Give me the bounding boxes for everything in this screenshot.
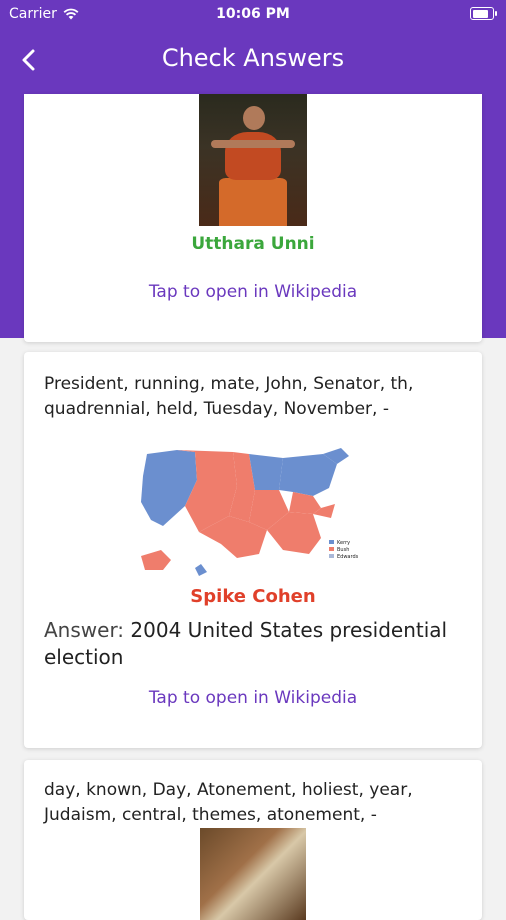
answer-card: day, known, Day, Atonement, holiest, yea… <box>24 760 482 920</box>
clock: 10:06 PM <box>216 6 290 22</box>
guess-name-incorrect: Spike Cohen <box>190 586 316 607</box>
correct-answer: Answer: 2004 United States presidential … <box>44 617 464 671</box>
page-title: Check Answers <box>161 44 345 72</box>
person-photo <box>199 94 307 226</box>
wikipedia-link[interactable]: Tap to open in Wikipedia <box>24 688 482 708</box>
painting-image <box>200 828 306 920</box>
guess-name-correct: Utthara Unni <box>191 234 315 254</box>
status-bar: Carrier 10:06 PM <box>0 0 506 28</box>
answer-card: Utthara Unni Tap to open in Wikipedia <box>24 94 482 342</box>
answer-card: President, running, mate, John, Senator,… <box>24 352 482 748</box>
svg-text:Kerry: Kerry <box>337 540 350 546</box>
clue-keywords: President, running, mate, John, Senator,… <box>44 374 414 419</box>
clue-keywords: day, known, Day, Atonement, holiest, yea… <box>44 780 413 825</box>
answer-label: Answer: <box>44 618 125 642</box>
svg-text:Bush: Bush <box>337 547 349 553</box>
wikipedia-link[interactable]: Tap to open in Wikipedia <box>24 282 482 302</box>
election-map-image: Kerry Bush Edwards <box>141 448 359 576</box>
nav-bar: Check Answers <box>0 36 506 86</box>
battery-icon <box>470 7 497 20</box>
svg-text:Edwards: Edwards <box>337 554 359 560</box>
map-legend: Kerry Bush Edwards <box>329 540 359 560</box>
